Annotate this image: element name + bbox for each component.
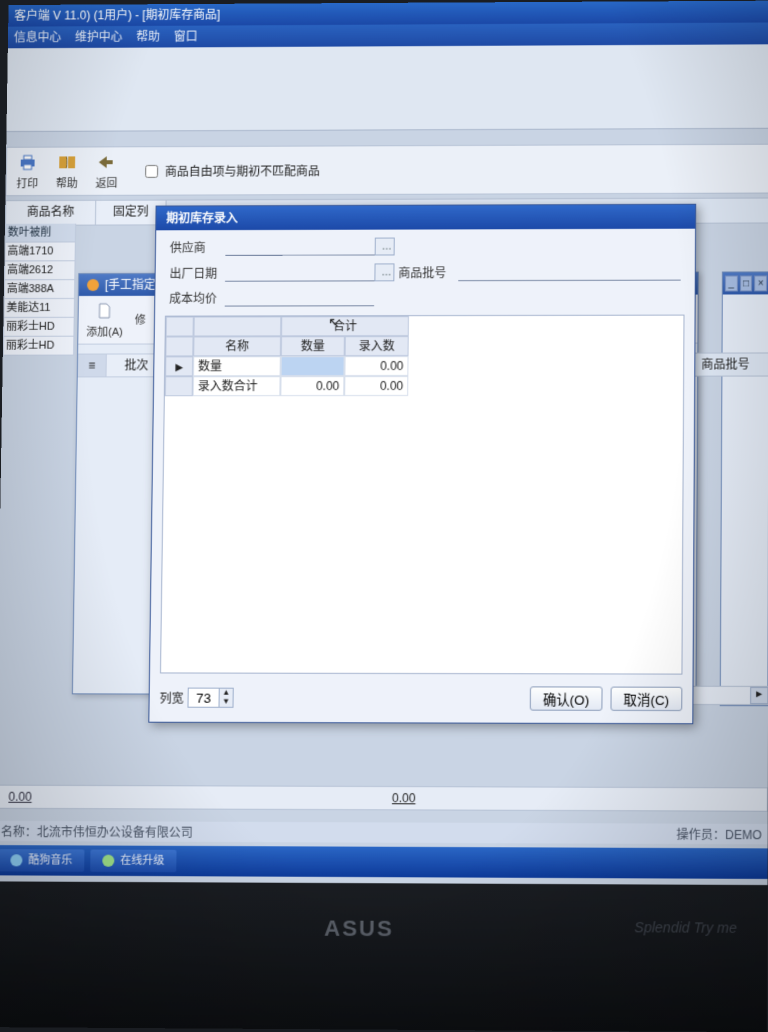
list-item[interactable]: 高端388A [4, 280, 76, 299]
summary-mid-value: 0.00 [362, 791, 446, 805]
mismatch-checkbox-label: 商品自由项与期初不匹配商品 [165, 162, 320, 179]
add-button[interactable]: 添加(A) [86, 300, 123, 340]
list-item[interactable]: 高端1710 [4, 242, 76, 261]
bg-list-header: 数叶被削 [5, 224, 76, 243]
edit-label: 修 [135, 312, 146, 328]
row-selector[interactable]: ≡ [78, 355, 107, 377]
help-label: 帮助 [56, 175, 78, 191]
workspace-backdrop [6, 44, 768, 132]
product-name-header: 商品名称 [6, 201, 96, 225]
window-controls: _ □ × [723, 272, 768, 294]
menu-info-center[interactable]: 信息中心 [14, 26, 62, 48]
table-row[interactable]: 录入数合计 0.00 0.00 [165, 376, 683, 397]
taskbar-item-label: 酷狗音乐 [28, 849, 72, 871]
list-item[interactable]: 高端2612 [4, 261, 76, 280]
status-company: 名称：北流市伟恒办公设备有限公司 [1, 822, 193, 840]
grid-header-row2: 名称 数量 录入数 [165, 336, 683, 357]
right-doc-window: _ □ × 商品批号 ◄ ► [720, 271, 768, 706]
supplier-label: 供应商 [170, 239, 226, 256]
spinner-down-icon[interactable]: ▼ [219, 698, 233, 707]
status-bar: 名称：北流市伟恒办公设备有限公司 操作员：DEMO [0, 821, 768, 844]
print-label: 打印 [16, 175, 38, 191]
manual-assign-title-text: [手工指定] [105, 274, 160, 296]
cell-name[interactable]: 录入数合计 [193, 376, 281, 396]
mismatch-checkbox-input[interactable] [145, 164, 158, 177]
new-doc-icon [94, 300, 116, 322]
back-button[interactable]: 返回 [95, 151, 117, 191]
supplier-picker-button[interactable]: … [375, 238, 395, 256]
update-icon [102, 855, 114, 867]
monitor-bezel [0, 881, 768, 1032]
print-button[interactable]: 打印 [16, 152, 38, 192]
help-button[interactable]: 帮助 [56, 151, 78, 191]
minimize-icon[interactable]: _ [725, 275, 738, 291]
col-width-spinner[interactable]: ▲ ▼ [187, 688, 233, 708]
cancel-button[interactable]: 取消(C) [610, 687, 682, 711]
dialog-form: 供应商 … 出厂日期 … 商品批号 成本均价 [155, 229, 695, 311]
table-row[interactable]: ▶ 数量 0.00 [165, 356, 683, 377]
dialog-grid: 合计 ↖ 名称 数量 录入数 ▶ 数量 0.00 录入数合计 0.00 0.00 [160, 315, 685, 675]
add-label: 添加(A) [86, 324, 123, 340]
menu-help[interactable]: 帮助 [136, 26, 160, 48]
mismatch-checkbox[interactable]: 商品自由项与期初不匹配商品 [141, 161, 320, 180]
taskbar: 酷狗音乐 在线升级 [0, 845, 768, 879]
list-item[interactable]: 丽彩士HD [3, 337, 75, 356]
taskbar-item-label: 在线升级 [120, 850, 164, 872]
mouse-cursor-icon: ↖ [328, 315, 340, 332]
batch-no-label: 商品批号 [398, 264, 458, 281]
out-date-input[interactable] [225, 264, 375, 281]
background-product-list: 数叶被削 高端1710 高端2612 高端388A 美能达11 丽彩士HD 丽彩… [3, 224, 76, 356]
current-row-icon: ▶ [175, 362, 183, 373]
col-width-input[interactable] [189, 689, 219, 707]
ellipsis-icon: … [382, 242, 392, 253]
out-date-label: 出厂日期 [169, 264, 225, 281]
menu-maint-center[interactable]: 维护中心 [75, 26, 123, 48]
summary-bar: 0.00 0.00 [0, 785, 768, 812]
cell-entered[interactable]: 0.00 [344, 376, 408, 396]
summary-left-value: 0.00 [0, 790, 44, 804]
printer-icon [17, 152, 39, 174]
avg-cost-input[interactable] [225, 289, 375, 306]
initial-stock-dialog: 期初库存录入 供应商 … 出厂日期 … 商品批号 成本均价 合计 ↖ [148, 204, 696, 724]
col-qty[interactable]: 数量 [281, 336, 345, 356]
status-operator: 操作员：DEMO [676, 825, 761, 843]
cell-name[interactable]: 数量 [193, 356, 281, 376]
cell-qty[interactable]: 0.00 [280, 376, 344, 396]
cell-qty[interactable] [281, 356, 345, 376]
dialog-footer: 列宽 ▲ ▼ 确认(O) 取消(C) [159, 683, 682, 713]
list-item[interactable]: 美能达11 [3, 299, 75, 318]
grid-header-row1: 合计 ↖ [166, 316, 684, 337]
close-icon[interactable]: × [754, 275, 767, 291]
col-name[interactable]: 名称 [193, 336, 281, 356]
list-item[interactable]: 丽彩士HD [3, 318, 75, 337]
grid-merged-header: 合计 ↖ [281, 316, 409, 336]
back-label: 返回 [95, 175, 117, 191]
supplier-input[interactable] [225, 238, 374, 255]
out-date-picker-button[interactable]: … [374, 263, 394, 281]
return-arrow-icon [96, 151, 118, 173]
maximize-icon[interactable]: □ [740, 275, 753, 291]
ellipsis-icon: … [381, 267, 391, 278]
music-icon [10, 854, 22, 866]
monitor-tagline: Splendid Try me [634, 919, 737, 936]
edit-button[interactable]: 修 [135, 312, 146, 328]
toolbar: 打印 帮助 返回 商品自由项与期初不匹配商品 [5, 144, 768, 196]
cell-entered[interactable]: 0.00 [344, 356, 408, 376]
app-orb-icon [87, 279, 99, 291]
avg-cost-label: 成本均价 [169, 290, 225, 307]
batch-no-input[interactable] [458, 263, 681, 281]
taskbar-item-music[interactable]: 酷狗音乐 [0, 849, 84, 872]
scroll-right-icon[interactable]: ► [750, 687, 768, 704]
col-entered[interactable]: 录入数 [345, 336, 409, 356]
book-icon [56, 151, 78, 173]
dialog-title: 期初库存录入 [156, 205, 695, 231]
menu-window[interactable]: 窗口 [174, 26, 198, 48]
ok-button[interactable]: 确认(O) [530, 686, 603, 710]
col-width-label: 列宽 [160, 689, 184, 706]
monitor-brand: ASUS [324, 915, 394, 942]
taskbar-item-update[interactable]: 在线升级 [90, 850, 176, 873]
